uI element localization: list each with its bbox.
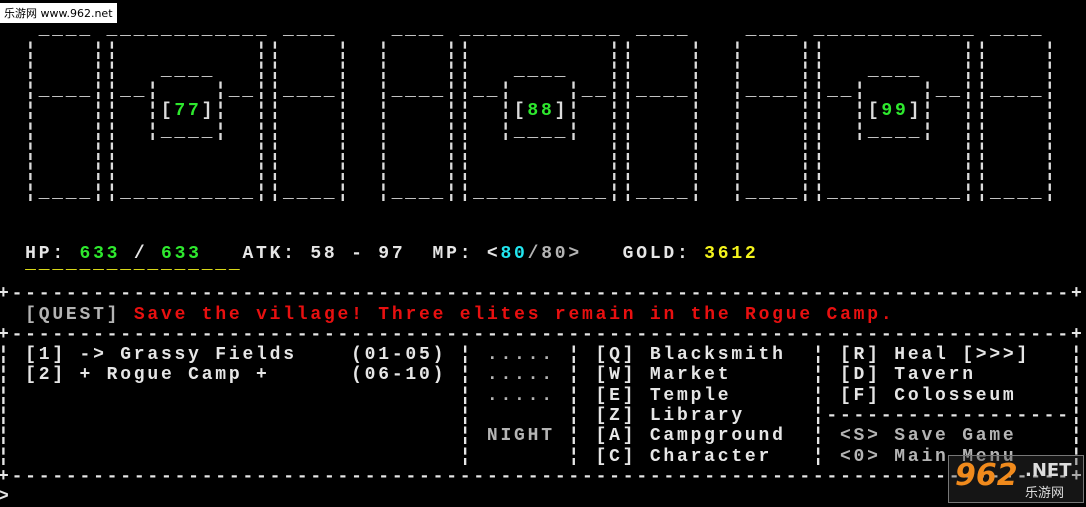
banner-number: 77	[174, 101, 202, 122]
box-border: ¦	[459, 426, 474, 447]
box-border: ¦	[568, 446, 582, 467]
menu-library[interactable]: [Z] Library	[596, 406, 745, 426]
box-border: ¦	[459, 365, 474, 386]
time-indicator: .....	[486, 345, 555, 366]
box-border: ¦	[1070, 345, 1085, 366]
menu-tavern[interactable]: [D] Tavern	[840, 365, 976, 385]
logo-cn: 乐游网	[1025, 486, 1065, 501]
box-border: ¦	[1070, 426, 1085, 447]
menu-character[interactable]: [C] Character	[596, 447, 773, 467]
box-border: ¦	[568, 426, 582, 447]
box-border: ¦	[812, 426, 827, 447]
box-border: ¦	[812, 385, 827, 406]
box-border: ¦	[0, 385, 12, 406]
box-border: ¦	[812, 365, 827, 386]
box-border: ¦	[0, 365, 12, 386]
box-border: ¦	[1070, 365, 1085, 386]
mp-max: /80>	[527, 243, 582, 264]
box-border: ¦	[0, 406, 12, 426]
area-level-range: (06-10)	[351, 365, 447, 386]
divider: +---------------------------------------…	[0, 284, 1085, 305]
box-border: ¦	[1070, 406, 1085, 426]
menu-colosseum[interactable]: [F] Colosseum	[840, 386, 1017, 406]
box-border: ¦	[812, 406, 827, 426]
box-border: ¦	[0, 426, 12, 447]
command-prompt[interactable]: >	[0, 487, 12, 507]
logo-number: 962	[955, 458, 1018, 493]
menu-campground[interactable]: [A] Campground	[596, 426, 786, 446]
day-phase: NIGHT	[486, 426, 555, 447]
quest-tag: [QUEST]	[25, 304, 121, 325]
mp-stat: MP: <80/80>	[433, 244, 582, 264]
time-indicator: .....	[486, 385, 555, 406]
box-border: ¦	[568, 385, 582, 406]
divider: +---------------------------------------…	[0, 324, 1085, 345]
box-border: ¦	[459, 406, 474, 426]
site-logo: 962 .NET 乐游网	[948, 455, 1084, 503]
console: ____ ____________ ____ ¦ ¦¦ ¦¦ ¦ ¦ ¦¦ __…	[0, 0, 1086, 507]
box-border: ¦	[568, 365, 582, 386]
time-indicator: .....	[486, 365, 555, 386]
menu-temple[interactable]: [E] Temple	[596, 386, 732, 406]
menu-blacksmith[interactable]: [Q] Blacksmith	[596, 345, 786, 365]
box-border: ¦	[1070, 385, 1085, 406]
menu-heal[interactable]: [R] Heal [>>>]	[840, 345, 1030, 365]
box-border: ¦	[459, 385, 474, 406]
banner-block-3: ____ ____________ ____ ¦ ¦¦ ¦¦ ¦ ¦ ¦¦ __…	[732, 20, 1058, 203]
quest-line: [QUEST] Save the village! Three elites r…	[25, 305, 894, 325]
divider: ------------------	[826, 406, 1071, 426]
banner-number: 99	[881, 101, 909, 122]
experience-bar: ________________	[25, 253, 243, 274]
banner-block-1: ____ ____________ ____ ¦ ¦¦ ¦¦ ¦ ¦ ¦¦ __…	[25, 20, 351, 203]
gold-stat: GOLD: 3612	[623, 244, 759, 264]
area-level-range: (01-05)	[351, 345, 447, 366]
atk-stat: ATK: 58 - 97	[242, 243, 406, 264]
logo-suffix: .NET	[1025, 460, 1072, 481]
menu-save-game[interactable]: <S> Save Game	[840, 426, 1017, 446]
box-border: ¦	[0, 345, 12, 366]
banner-number: 88	[527, 101, 555, 122]
mp-label: MP: <	[432, 243, 501, 264]
area-grassy-fields[interactable]: [1] -> Grassy Fields	[25, 345, 297, 365]
box-border: ¦	[568, 406, 582, 426]
box-border: ¦	[0, 446, 12, 467]
gold-label: GOLD:	[622, 243, 705, 264]
quest-text: Save the village! Three elites remain in…	[133, 304, 895, 325]
box-border: ¦	[459, 446, 474, 467]
area-rogue-camp[interactable]: [2] + Rogue Camp +	[25, 365, 269, 385]
divider: +---------------------------------------…	[0, 466, 1085, 487]
mp-current: 80	[500, 243, 528, 264]
gold-value: 3612	[704, 243, 759, 264]
box-border: ¦	[568, 345, 582, 366]
banner-block-2: ____ ____________ ____ ¦ ¦¦ ¦¦ ¦ ¦ ¦¦ __…	[378, 20, 704, 203]
menu-market[interactable]: [W] Market	[596, 365, 732, 385]
box-border: ¦	[459, 345, 474, 366]
box-border: ¦	[812, 345, 827, 366]
box-border: ¦	[812, 446, 827, 467]
